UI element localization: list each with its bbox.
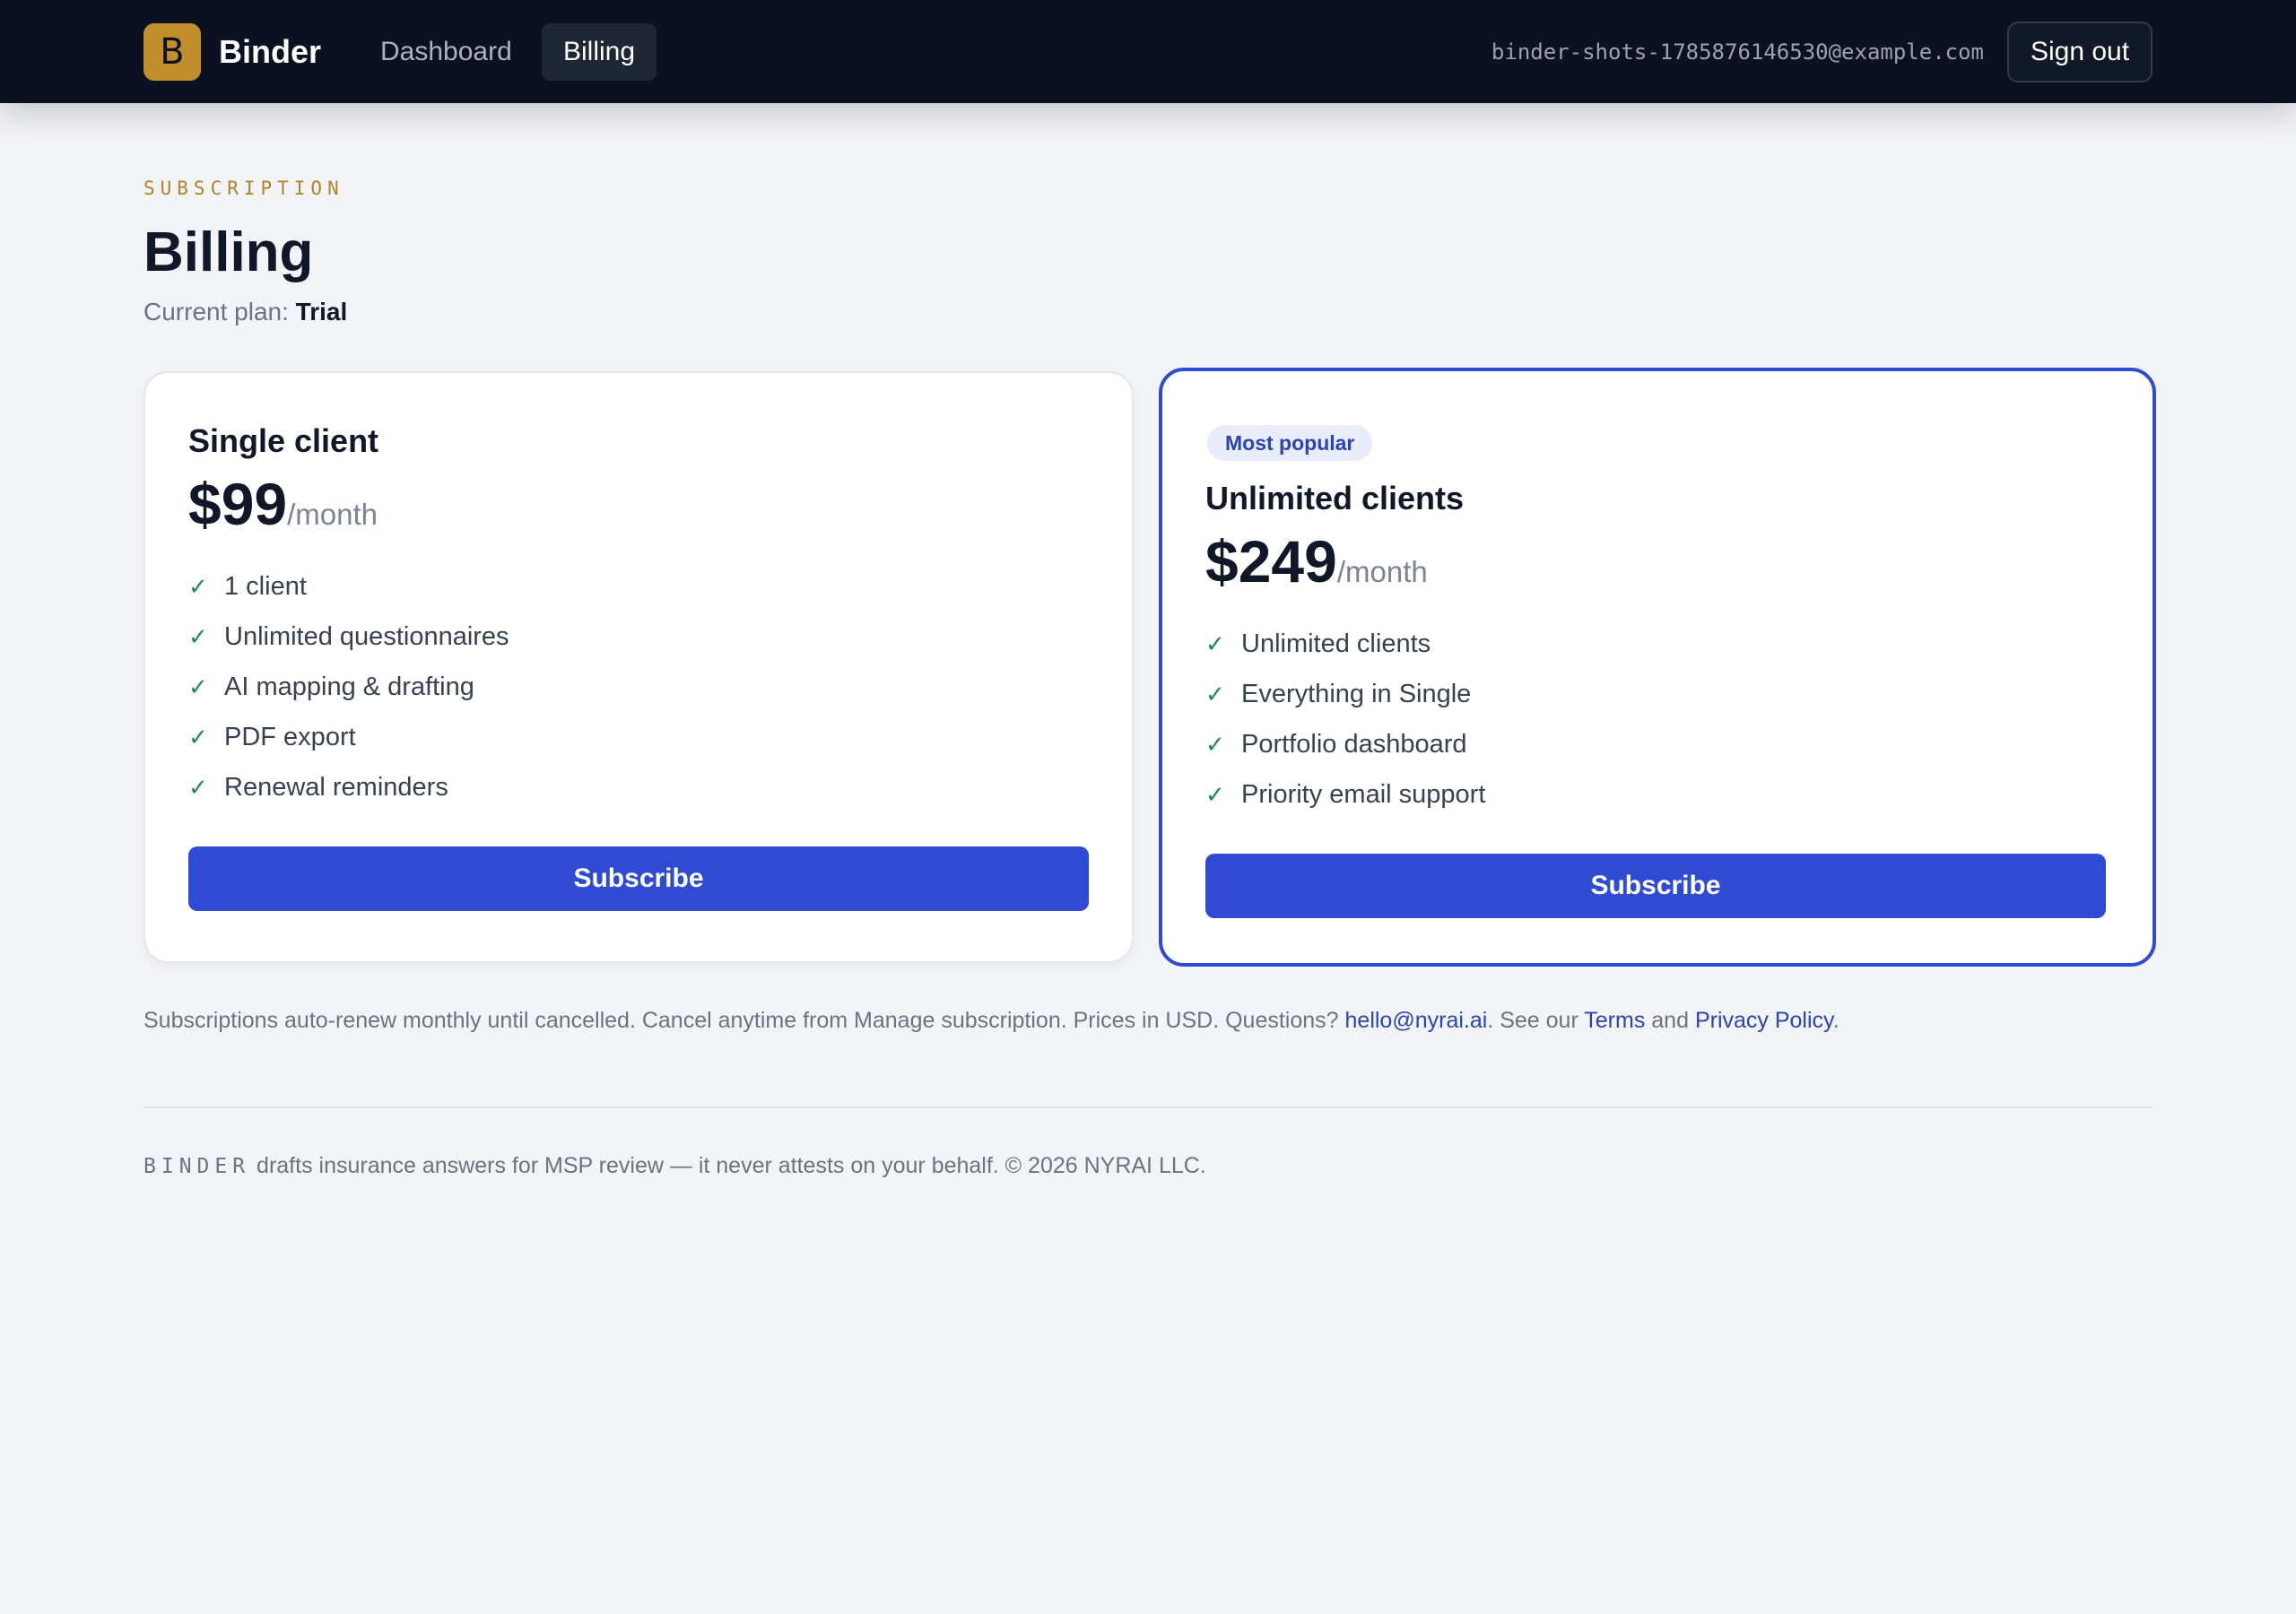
price-row: $99/month <box>188 468 378 557</box>
current-plan-value: Trial <box>295 298 348 325</box>
current-plan: Current plan: Trial <box>144 294 347 330</box>
notice-text: and <box>1645 1008 1695 1033</box>
subscribe-unlimited-button[interactable]: Subscribe <box>1205 854 2106 918</box>
feature-label: Priority email support <box>1241 780 1486 809</box>
nav-link-billing[interactable]: Billing <box>542 23 657 81</box>
check-icon: ✓ <box>1205 631 1225 658</box>
feature-item: ✓ PDF export <box>188 712 509 762</box>
feature-label: PDF export <box>224 723 356 751</box>
plan-price: $249 <box>1205 528 1337 594</box>
notice-text: Subscriptions auto-renew monthly until c… <box>144 1008 1345 1033</box>
plan-name: Unlimited clients <box>1205 480 1465 516</box>
privacy-policy-link[interactable]: Privacy Policy <box>1695 1008 1833 1033</box>
plan-period: /month <box>287 498 378 531</box>
feature-item: ✓ Portfolio dashboard <box>1205 719 1485 769</box>
plan-period: /month <box>1336 555 1428 588</box>
billing-notice: Subscriptions auto-renew monthly until c… <box>144 1002 1839 1038</box>
feature-item: ✓ AI mapping & drafting <box>188 662 509 712</box>
logo-icon[interactable]: B <box>144 23 201 81</box>
feature-label: Unlimited clients <box>1241 629 1431 658</box>
check-icon: ✓ <box>1205 732 1225 759</box>
feature-label: Renewal reminders <box>224 773 448 802</box>
current-plan-label: Current plan: <box>144 298 289 325</box>
feature-label: Everything in Single <box>1241 680 1472 708</box>
check-icon: ✓ <box>1205 782 1225 809</box>
feature-item: ✓ Everything in Single <box>1205 669 1485 719</box>
most-popular-badge: Most popular <box>1207 425 1373 461</box>
feature-list: ✓ Unlimited clients ✓ Everything in Single… <box>1205 619 1485 820</box>
subscribe-single-button[interactable]: Subscribe <box>188 846 1089 911</box>
top-nav: B Binder Dashboard Billing binder-shots-… <box>0 0 2296 103</box>
brand-name[interactable]: Binder <box>219 27 321 77</box>
feature-list: ✓ 1 client ✓ Unlimited questionnaires ✓ AI … <box>188 561 509 812</box>
section-eyebrow: SUBSCRIPTION <box>144 178 344 199</box>
feature-item: ✓ Unlimited clients <box>1205 619 1485 669</box>
page-title: Billing <box>144 221 314 283</box>
footer: BINDER drafts insurance answers for MSP … <box>144 1148 1206 1184</box>
plan-card-unlimited: Most popular Unlimited clients $249/mont… <box>1159 368 2156 967</box>
sign-out-button[interactable]: Sign out <box>2007 22 2152 82</box>
check-icon: ✓ <box>1205 681 1225 708</box>
check-icon: ✓ <box>188 624 208 651</box>
footer-brand: BINDER <box>144 1155 251 1178</box>
plan-name: Single client <box>188 422 379 459</box>
feature-item: ✓ Unlimited questionnaires <box>188 612 509 662</box>
check-icon: ✓ <box>188 725 208 751</box>
footer-divider <box>144 1106 2152 1108</box>
plan-price: $99 <box>188 471 288 537</box>
price-row: $249/month <box>1205 525 1428 614</box>
check-icon: ✓ <box>188 674 208 701</box>
footer-text: drafts insurance answers for MSP review … <box>250 1153 1206 1178</box>
support-email-link[interactable]: hello@nyrai.ai <box>1345 1008 1488 1033</box>
plan-card-single: Single client $99/month ✓ 1 client ✓ Unlim… <box>144 371 1134 963</box>
check-icon: ✓ <box>188 574 208 601</box>
feature-label: AI mapping & drafting <box>224 672 474 701</box>
check-icon: ✓ <box>188 775 208 802</box>
feature-label: Unlimited questionnaires <box>224 622 509 651</box>
notice-text: . See our <box>1487 1008 1585 1033</box>
feature-item: ✓ 1 client <box>188 561 509 612</box>
feature-item: ✓ Priority email support <box>1205 769 1485 820</box>
nav-link-dashboard[interactable]: Dashboard <box>359 23 534 81</box>
feature-label: 1 client <box>224 572 307 601</box>
user-email: binder-shots-1785876146530@example.com <box>1491 39 1984 65</box>
notice-text: . <box>1832 1008 1839 1033</box>
feature-item: ✓ Renewal reminders <box>188 762 509 812</box>
terms-link[interactable]: Terms <box>1584 1008 1645 1033</box>
feature-label: Portfolio dashboard <box>1241 730 1467 759</box>
